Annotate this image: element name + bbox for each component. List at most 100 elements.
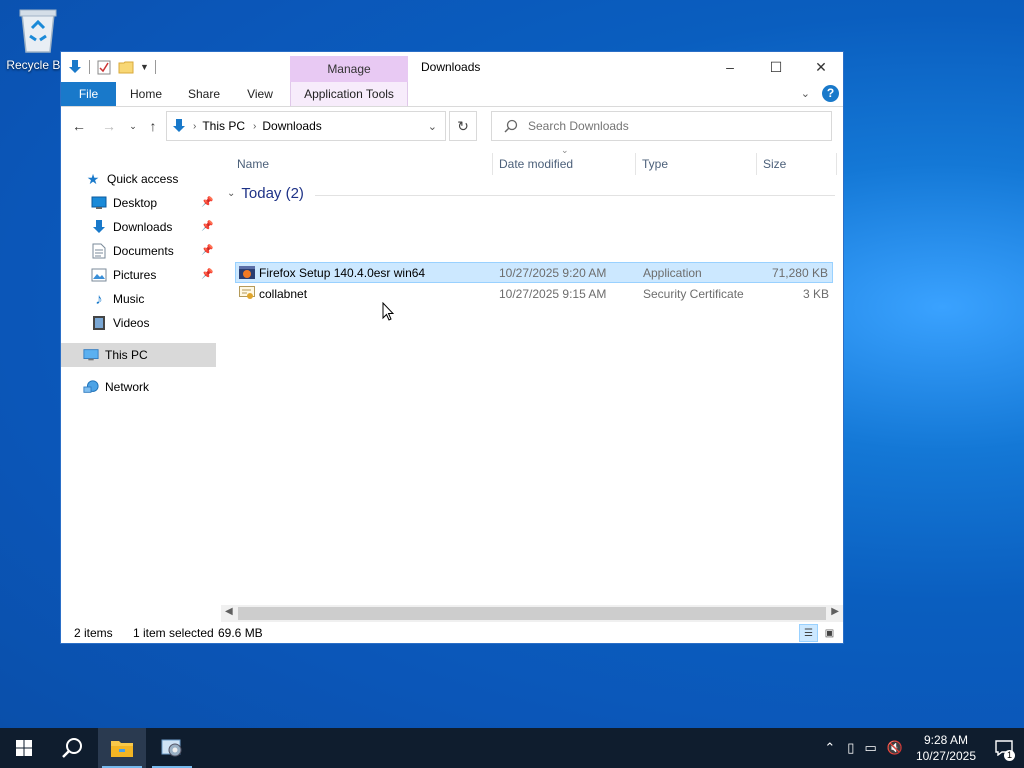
documents-icon: [91, 243, 107, 259]
notifications-button[interactable]: 1: [984, 728, 1024, 768]
search-box[interactable]: [491, 111, 832, 141]
column-header-type[interactable]: Type: [636, 153, 757, 175]
taskbar-app[interactable]: [148, 728, 196, 768]
expand-ribbon-icon[interactable]: ⌄: [801, 87, 810, 100]
nav-quick-access[interactable]: ★ Quick access: [85, 168, 179, 190]
star-icon: ★: [86, 170, 100, 187]
clock[interactable]: 9:28 AM 10/27/2025: [916, 732, 976, 764]
breadcrumb-this-pc[interactable]: This PC: [202, 119, 245, 133]
sidebar-item-documents[interactable]: Documents: [91, 240, 174, 262]
nav-quick-access-label: Quick access: [107, 172, 179, 186]
qat-dropdown-icon[interactable]: ▼: [140, 62, 149, 72]
sidebar-item-downloads[interactable]: Downloads: [91, 216, 172, 238]
desktop-icon: [91, 195, 107, 211]
group-divider: [315, 195, 835, 196]
qat-separator: [89, 60, 90, 74]
notification-count-badge: 1: [1004, 750, 1015, 761]
breadcrumb-downloads[interactable]: Downloads: [262, 119, 321, 133]
scroll-right-arrow-icon[interactable]: ▶: [831, 606, 839, 617]
tab-file[interactable]: File: [61, 82, 116, 106]
pin-icon[interactable]: 📌: [201, 221, 213, 232]
back-arrow-icon[interactable]: ←: [71, 118, 87, 134]
maximize-button[interactable]: ☐: [753, 52, 799, 82]
windows-logo-icon: [16, 740, 32, 756]
column-header-size[interactable]: Size: [757, 153, 837, 175]
title-bar: ▼ Manage Downloads – ☐ ✕: [61, 52, 843, 82]
large-icons-view-icon[interactable]: ▣: [820, 624, 839, 642]
start-button[interactable]: [0, 728, 48, 768]
file-name: collabnet: [259, 286, 308, 301]
ribbon-tabs: File Home Share View Application Tools ⌄…: [61, 82, 843, 107]
breadcrumb-separator-icon: ›: [193, 120, 197, 132]
sidebar-item-desktop[interactable]: Desktop: [91, 192, 157, 214]
address-bar[interactable]: › This PC › Downloads ⌄: [166, 111, 446, 141]
search-icon: [62, 738, 82, 758]
sidebar-item-network[interactable]: Network: [83, 376, 149, 398]
pin-icon[interactable]: 📌: [201, 245, 213, 256]
clock-date: 10/27/2025: [915, 749, 976, 763]
manage-tab-group[interactable]: Manage: [290, 56, 408, 82]
music-icon: ♪: [95, 290, 103, 308]
quick-access-toolbar: ▼: [67, 58, 156, 76]
tab-share[interactable]: Share: [183, 82, 225, 106]
sidebar-item-label: This PC: [105, 348, 148, 362]
file-row-firefox-setup[interactable]: Firefox Setup 140.4.0esr win64 10/27/202…: [235, 262, 833, 283]
sidebar-item-pictures[interactable]: Pictures: [91, 264, 156, 286]
show-hidden-icons-icon[interactable]: ⌃: [824, 740, 835, 756]
scroll-left-arrow-icon[interactable]: ◀: [225, 606, 233, 617]
folder-icon: [111, 741, 133, 757]
group-header-today[interactable]: ⌄ Today (2): [227, 185, 835, 202]
download-arrow-icon: [69, 60, 81, 73]
mouse-cursor-icon: [382, 302, 394, 321]
qat-separator: [154, 60, 156, 74]
recycle-bin-icon: [19, 9, 57, 53]
sidebar-item-music[interactable]: ♪ Music: [91, 288, 144, 310]
file-list: Name Date modified ⌄ Type Size ⌄ Today (…: [221, 145, 843, 607]
new-folder-icon[interactable]: [118, 59, 134, 75]
column-header-date[interactable]: Date modified: [493, 153, 636, 175]
tab-home[interactable]: Home: [125, 82, 167, 106]
volume-muted-icon[interactable]: 🔇: [887, 740, 903, 756]
search-input[interactable]: [526, 118, 820, 134]
search-button[interactable]: [48, 728, 96, 768]
network-tray-icon[interactable]: ▭: [864, 740, 876, 756]
status-item-count: 2 items: [74, 626, 113, 640]
sidebar-item-videos[interactable]: Videos: [91, 312, 149, 334]
file-type: Application: [643, 265, 702, 280]
file-date: 10/27/2025 9:20 AM: [499, 265, 607, 280]
tab-application-tools[interactable]: Application Tools: [290, 82, 408, 106]
up-arrow-icon[interactable]: ↑: [145, 118, 161, 134]
status-bar: 2 items 1 item selected 69.6 MB ☰ ▣: [61, 622, 843, 644]
system-tray: ⌃ ▯ ▭ 🔇 9:28 AM 10/27/2025 1: [817, 728, 1024, 768]
recent-locations-icon[interactable]: ⌄: [125, 118, 141, 134]
column-header-name[interactable]: Name: [231, 153, 493, 175]
collapse-chevron-icon: ⌄: [227, 188, 236, 199]
minimize-button[interactable]: –: [707, 52, 753, 82]
scrollbar-thumb[interactable]: [238, 607, 826, 620]
pin-icon[interactable]: 📌: [201, 269, 213, 280]
address-dropdown-icon[interactable]: ⌄: [428, 120, 437, 133]
status-selection: 1 item selected: [133, 626, 214, 640]
properties-icon[interactable]: [96, 59, 112, 75]
sidebar-item-label: Desktop: [113, 196, 158, 210]
forward-arrow-icon[interactable]: →: [101, 118, 117, 134]
horizontal-scrollbar[interactable]: ◀ ▶: [221, 605, 843, 622]
network-icon: [83, 379, 99, 395]
file-date: 10/27/2025 9:15 AM: [499, 286, 607, 301]
pin-icon[interactable]: 📌: [201, 197, 213, 208]
taskbar: ⌃ ▯ ▭ 🔇 9:28 AM 10/27/2025 1: [0, 728, 1024, 768]
sidebar-item-this-pc[interactable]: This PC: [83, 344, 148, 366]
refresh-button[interactable]: ↻: [449, 111, 477, 141]
clock-time: 9:28 AM: [923, 733, 968, 747]
tab-view[interactable]: View: [243, 82, 277, 106]
device-icon[interactable]: ▯: [847, 740, 854, 756]
pictures-icon: [91, 267, 107, 283]
downloads-icon: [91, 219, 107, 235]
help-icon[interactable]: ?: [822, 85, 839, 102]
taskbar-file-explorer[interactable]: [98, 728, 146, 768]
control-panel-icon: [161, 739, 182, 757]
close-button[interactable]: ✕: [798, 52, 844, 82]
details-view-icon[interactable]: ☰: [799, 624, 818, 642]
file-row-collabnet[interactable]: collabnet 10/27/2025 9:15 AM Security Ce…: [235, 283, 833, 304]
search-icon: [504, 119, 518, 133]
